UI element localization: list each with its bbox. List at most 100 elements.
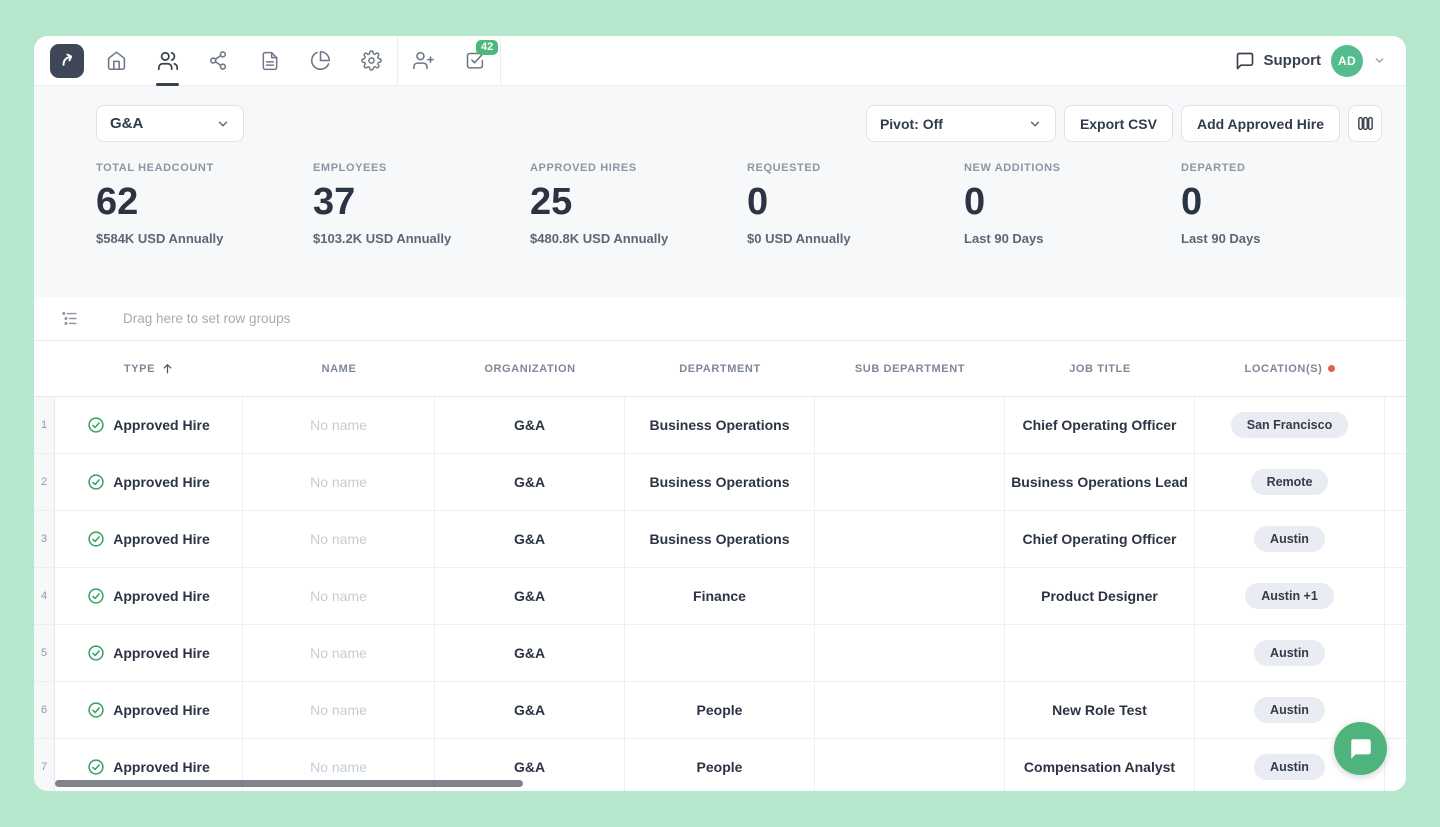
cell-organization[interactable]: G&A [435,568,625,624]
support-label: Support [1263,52,1322,69]
nav-tasks[interactable]: 42 [449,36,500,86]
nav-home[interactable] [91,36,142,86]
stat-sub: $584K USD Annually [96,230,224,246]
header-label: Job Title [1069,362,1131,375]
columns-toggle-button[interactable] [1348,105,1382,142]
cell-name[interactable]: No name [243,454,435,510]
cell-job-title[interactable] [1005,625,1195,681]
nav-org-chart[interactable] [193,36,244,86]
cell-job-title[interactable]: New Role Test [1005,682,1195,738]
cell-name[interactable]: No name [243,625,435,681]
header-sub-department[interactable]: Sub Department [815,341,1005,396]
header-job-title[interactable]: Job Title [1005,341,1195,396]
app-logo[interactable] [50,43,84,78]
avatar[interactable]: AD [1331,44,1363,77]
org-filter-select[interactable]: G&A [96,105,244,142]
cell-locations[interactable]: Remote [1195,454,1385,510]
cell-type[interactable]: Approved Hire [55,568,243,624]
trend-arrow-icon [62,53,72,66]
location-pill[interactable]: Austin [1254,526,1325,552]
location-pill[interactable]: San Francisco [1230,412,1349,438]
cell-organization[interactable]: G&A [435,397,625,453]
cell-type[interactable]: Approved Hire [55,511,243,567]
tasks-badge: 42 [476,39,499,55]
cell-sub-department[interactable] [815,454,1005,510]
cell-department[interactable]: People [625,682,815,738]
cell-spacer [1385,682,1406,738]
cell-job-title[interactable]: Product Designer [1005,568,1195,624]
location-pill[interactable]: Austin [1254,754,1325,780]
cell-type[interactable]: Approved Hire [55,682,243,738]
cell-job-title[interactable]: Chief Operating Officer [1005,511,1195,567]
cell-locations[interactable]: Austin [1195,625,1385,681]
location-pill[interactable]: Remote [1250,469,1329,495]
location-pill[interactable]: Austin [1254,697,1325,723]
stat-label: REQUESTED [747,162,821,174]
pie-chart-icon [310,50,331,71]
cell-department[interactable]: People [625,739,815,791]
avatar-chevron-icon[interactable] [1373,54,1386,67]
stat-label: TOTAL HEADCOUNT [96,162,214,174]
nav-documents[interactable] [244,36,295,86]
cell-name[interactable]: No name [243,682,435,738]
stat-value: 25 [530,181,573,223]
cell-name[interactable]: No name [243,568,435,624]
cell-sub-department[interactable] [815,625,1005,681]
cell-type[interactable]: Approved Hire [55,625,243,681]
location-pill[interactable]: Austin +1 [1245,583,1334,609]
cell-department[interactable]: Business Operations [625,397,815,453]
cell-job-title[interactable]: Compensation Analyst [1005,739,1195,791]
nav-people[interactable] [142,36,193,86]
nav-add-person[interactable] [398,36,449,86]
approved-check-icon [88,702,104,718]
nav-reports[interactable] [295,36,346,86]
add-approved-hire-button[interactable]: Add Approved Hire [1180,105,1340,142]
cell-type[interactable]: Approved Hire [55,454,243,510]
cell-locations[interactable]: San Francisco [1195,397,1385,453]
cell-organization[interactable]: G&A [435,625,625,681]
cell-sub-department[interactable] [815,397,1005,453]
cell-locations[interactable]: Austin +1 [1195,568,1385,624]
cell-type[interactable]: Approved Hire [55,397,243,453]
cell-sub-department[interactable] [815,682,1005,738]
cell-organization[interactable]: G&A [435,511,625,567]
cell-job-title[interactable]: Business Operations Lead [1005,454,1195,510]
row-group-hint: Drag here to set row groups [123,311,291,326]
org-filter-value: G&A [110,115,144,132]
cell-sub-department[interactable] [815,511,1005,567]
horizontal-scrollbar[interactable] [55,780,523,787]
header-locations[interactable]: Location(s) [1195,341,1385,396]
cell-locations[interactable]: Austin [1195,511,1385,567]
row-group-panel[interactable]: Drag here to set row groups [34,297,1406,341]
stat-sub: Last 90 Days [1181,230,1261,246]
cell-organization[interactable]: G&A [435,682,625,738]
columns-icon [1357,116,1373,131]
stats-row: TOTAL HEADCOUNT 62 $584K USD Annually EM… [34,142,1406,246]
stat-sub: Last 90 Days [964,230,1044,246]
header-name[interactable]: Name [243,341,435,396]
cell-name[interactable]: No name [243,511,435,567]
support-button[interactable]: Support [1235,51,1322,71]
cell-department[interactable]: Business Operations [625,511,815,567]
cell-department[interactable]: Business Operations [625,454,815,510]
stat-approved-hires: APPROVED HIRES 25 $480.8K USD Annually [530,162,747,246]
pivot-select[interactable]: Pivot: Off [865,105,1056,142]
cell-job-title[interactable]: Chief Operating Officer [1005,397,1195,453]
cell-name[interactable]: No name [243,397,435,453]
location-pill[interactable]: Austin [1254,640,1325,666]
cell-sub-department[interactable] [815,739,1005,791]
cell-sub-department[interactable] [815,568,1005,624]
header-type[interactable]: Type [55,341,243,396]
chevron-down-icon [216,117,230,131]
header-organization[interactable]: Organization [435,341,625,396]
cell-organization[interactable]: G&A [435,454,625,510]
approved-check-icon [88,531,104,547]
chat-launcher[interactable] [1334,722,1387,775]
people-icon [157,51,178,70]
cell-department[interactable] [625,625,815,681]
nav-settings[interactable] [346,36,397,86]
approved-check-icon [88,645,104,661]
cell-department[interactable]: Finance [625,568,815,624]
export-csv-button[interactable]: Export CSV [1063,105,1173,142]
header-department[interactable]: Department [625,341,815,396]
